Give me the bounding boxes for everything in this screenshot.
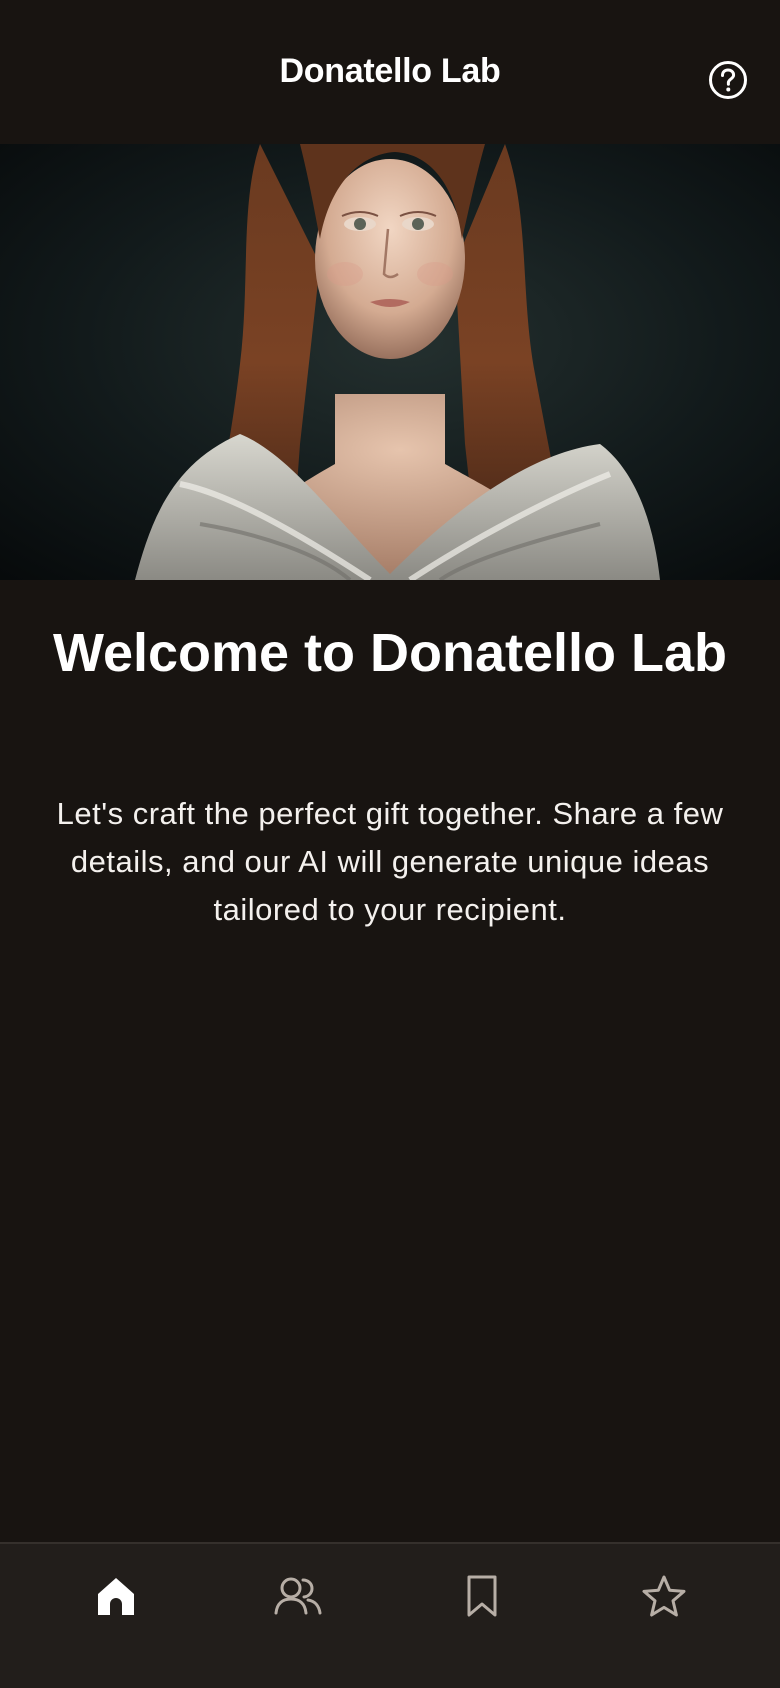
tab-people[interactable]	[266, 1564, 330, 1628]
welcome-description: Let's craft the perfect gift together. S…	[56, 796, 724, 927]
tab-favorites[interactable]	[632, 1564, 696, 1628]
top-app-bar: Donatello Lab	[0, 0, 780, 144]
people-icon	[274, 1577, 322, 1615]
question-circle-icon	[709, 61, 747, 99]
tab-saved[interactable]	[450, 1564, 514, 1628]
hero-portrait-image	[0, 144, 780, 580]
home-icon	[98, 1578, 134, 1615]
tab-home[interactable]	[84, 1564, 148, 1628]
bookmark-icon	[467, 1575, 497, 1617]
app-screen: Donatello Lab Welcome to Donatello Lab L…	[0, 0, 780, 1688]
star-icon	[642, 1575, 686, 1617]
bottom-tab-bar	[0, 1542, 780, 1688]
welcome-heading: Welcome to Donatello Lab	[52, 623, 728, 683]
app-title: Donatello Lab	[279, 51, 501, 90]
help-button[interactable]	[708, 60, 748, 100]
